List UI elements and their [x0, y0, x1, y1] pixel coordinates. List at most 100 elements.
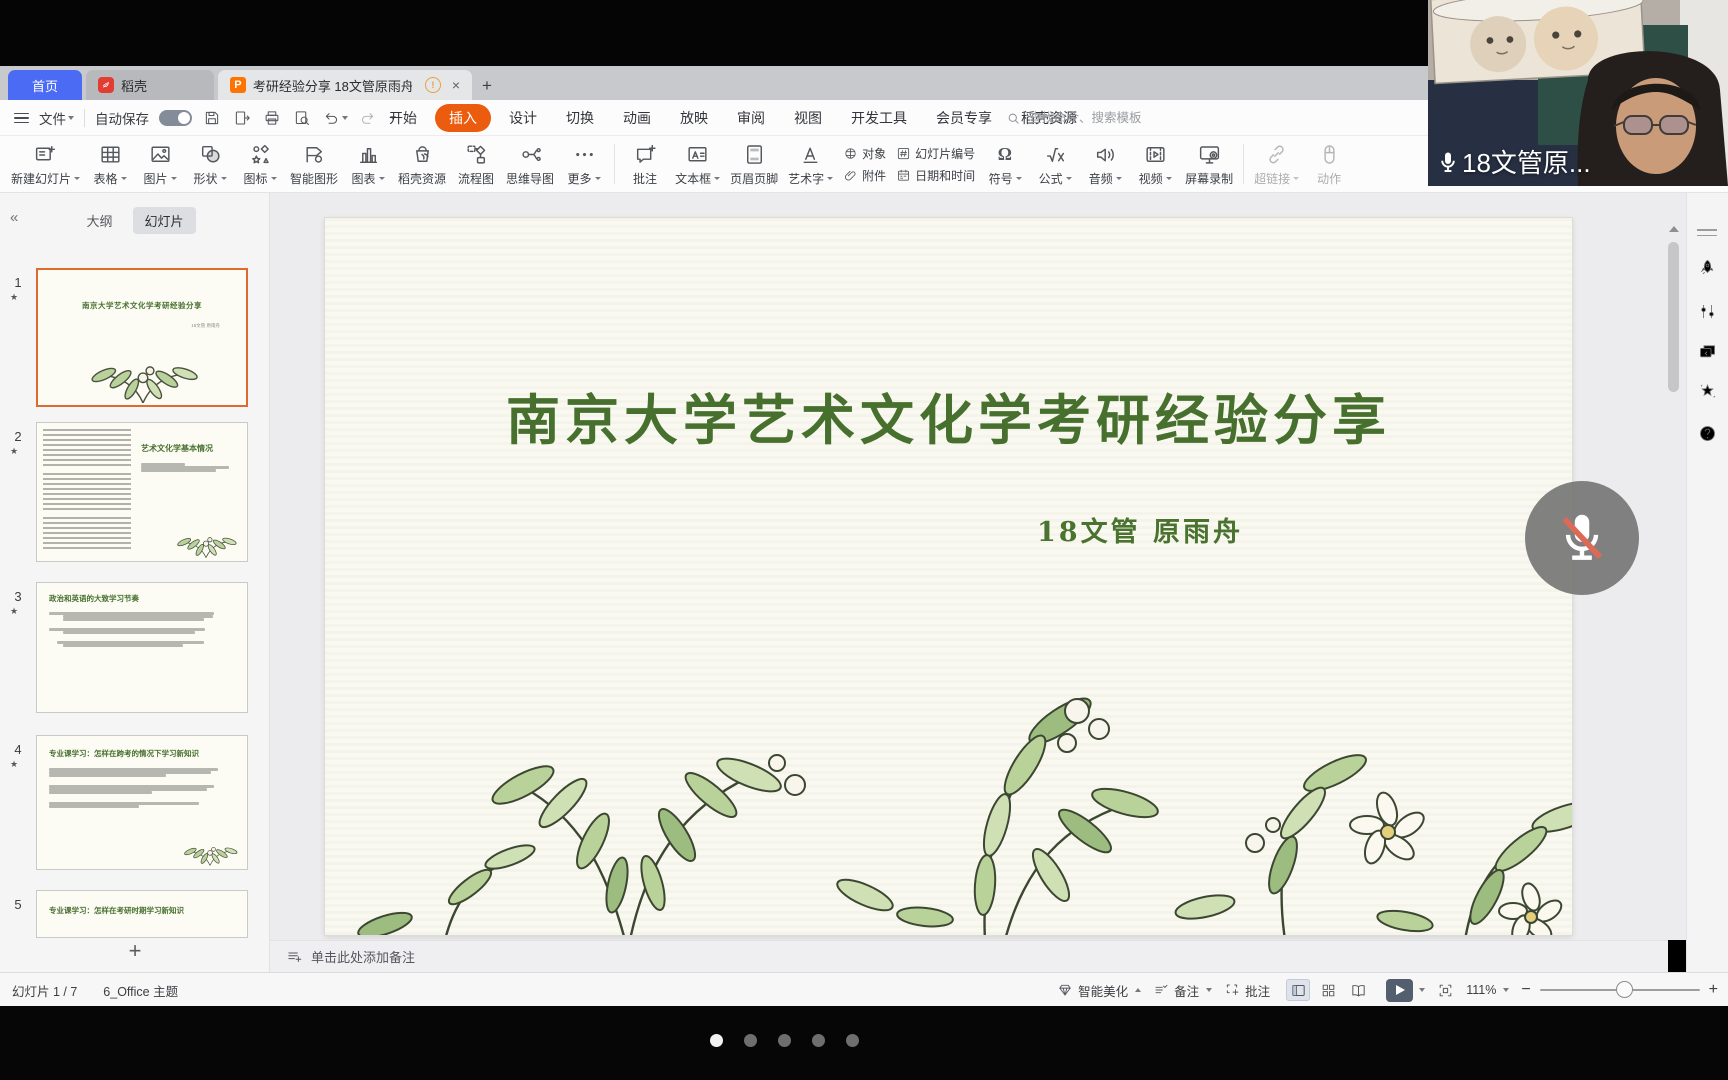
date-time-button[interactable]: 日期和时间: [896, 167, 975, 184]
header-footer-button[interactable]: 页眉页脚: [725, 140, 783, 189]
menu-tab-transition[interactable]: 切换: [555, 104, 605, 132]
tab-document[interactable]: P 考研经验分享 18文管原雨舟 ! ×: [218, 70, 472, 100]
attachment-button[interactable]: 附件: [843, 167, 886, 184]
print-preview-button[interactable]: [292, 108, 312, 128]
search-input[interactable]: [1027, 110, 1221, 126]
theme-name[interactable]: 6_Office 主题: [103, 981, 178, 1000]
thumb-text-block: [43, 473, 131, 511]
slide-thumbnail-2[interactable]: 艺术文化学基本情况: [36, 422, 248, 562]
scrollbar-up-arrow[interactable]: [1669, 226, 1679, 232]
normal-view-button[interactable]: [1286, 979, 1310, 1001]
symbol-button[interactable]: 符号: [980, 140, 1030, 189]
docer-shell-icon: [98, 77, 114, 93]
file-menu[interactable]: 文件: [39, 108, 74, 128]
zoom-out-button[interactable]: −: [1521, 981, 1530, 999]
fit-to-window-icon[interactable]: [1437, 982, 1454, 999]
zoom-in-button[interactable]: +: [1709, 981, 1718, 999]
menu-tab-view[interactable]: 视图: [783, 104, 833, 132]
flowchart-button[interactable]: 流程图: [451, 140, 501, 189]
zoom-slider[interactable]: [1540, 989, 1700, 991]
print-button[interactable]: [262, 108, 282, 128]
tab-home[interactable]: 首页: [8, 70, 82, 100]
comment-button[interactable]: 批注: [620, 140, 670, 189]
rail-settings-button[interactable]: [1697, 301, 1718, 322]
rail-rocket-button[interactable]: [1697, 257, 1718, 278]
comment-toggle-button[interactable]: 批注: [1224, 981, 1270, 1000]
menu-tab-slideshow[interactable]: 放映: [669, 104, 719, 132]
table-button[interactable]: 表格: [85, 140, 135, 189]
menu-tab-start[interactable]: 开始: [378, 104, 428, 132]
normal-view-icon: [1290, 982, 1307, 999]
scrollbar-thumb[interactable]: [1668, 242, 1679, 392]
slide-author[interactable]: 18文管 原雨舟: [1037, 510, 1243, 549]
screen-record-button[interactable]: 屏幕录制: [1180, 140, 1238, 189]
menu-tab-animation[interactable]: 动画: [612, 104, 662, 132]
slide-title[interactable]: 南京大学艺术文化学考研经验分享: [325, 376, 1572, 455]
screen-record-icon: [1197, 142, 1222, 167]
rail-sync-button[interactable]: [1697, 341, 1718, 362]
more-button[interactable]: 更多: [559, 140, 609, 189]
play-slideshow-button[interactable]: [1386, 979, 1413, 1002]
slide-thumbnail-4[interactable]: 专业课学习：怎样在跨考的情况下学习新知识: [36, 735, 248, 870]
rail-effects-button[interactable]: [1697, 381, 1718, 402]
action-button[interactable]: 动作: [1304, 140, 1354, 189]
pager-dot[interactable]: [846, 1034, 859, 1047]
mindmap-button[interactable]: 思维导图: [501, 140, 559, 189]
shape-button[interactable]: 形状: [185, 140, 235, 189]
hyperlink-button[interactable]: 超链接: [1249, 140, 1304, 189]
webcam-video-tile[interactable]: 18文管原...: [1428, 0, 1728, 186]
pager-dot[interactable]: [812, 1034, 825, 1047]
output-button[interactable]: [232, 108, 252, 128]
chart-button[interactable]: 图表: [343, 140, 393, 189]
menu-tab-insert[interactable]: 插入: [435, 104, 491, 132]
slide-thumbnail-5[interactable]: 专业课学习：怎样在考研时期学习新知识: [36, 890, 248, 938]
icon-library-button[interactable]: 图标: [235, 140, 285, 189]
chevron-down-icon: [827, 177, 833, 180]
slide-thumbnail-3[interactable]: 政治和英语的大致学习节奏: [36, 582, 248, 713]
pager-dot[interactable]: [744, 1034, 757, 1047]
video-button[interactable]: 视频: [1130, 140, 1180, 189]
smart-beautify-button[interactable]: 智能美化: [1057, 981, 1141, 1000]
zoom-level[interactable]: 111%: [1466, 983, 1509, 997]
smartart-button[interactable]: 智能图形: [285, 140, 343, 189]
menu-tab-devtools[interactable]: 开发工具: [840, 104, 918, 132]
menu-tab-member[interactable]: 会员专享: [925, 104, 1003, 132]
label: 图片: [144, 170, 168, 187]
wordart-button[interactable]: 艺术字: [783, 140, 838, 189]
new-slide-button[interactable]: 新建幻灯片: [6, 140, 85, 189]
tab-docer[interactable]: 稻壳: [86, 70, 214, 100]
docer-resource-button[interactable]: 稻壳资源: [393, 140, 451, 189]
notes-toggle-button[interactable]: 备注: [1153, 981, 1212, 1000]
menu-tab-review[interactable]: 审阅: [726, 104, 776, 132]
tab-close-icon[interactable]: ×: [452, 77, 460, 93]
new-tab-button[interactable]: +: [482, 76, 492, 96]
chevron-down-icon[interactable]: [1419, 988, 1425, 992]
notes-bar[interactable]: 单击此处添加备注: [270, 940, 1668, 972]
picture-button[interactable]: 图片: [135, 140, 185, 189]
textbox-button[interactable]: 文本框: [670, 140, 725, 189]
label: 智能美化: [1078, 981, 1128, 1000]
audio-button[interactable]: 音频: [1080, 140, 1130, 189]
save-button[interactable]: [202, 108, 222, 128]
slide-number-button[interactable]: 幻灯片编号: [896, 145, 975, 162]
command-search[interactable]: [1006, 106, 1236, 130]
object-button[interactable]: 对象: [843, 145, 886, 162]
outline-tab[interactable]: 大纲: [74, 207, 124, 234]
mic-mute-button[interactable]: [1525, 481, 1639, 595]
undo-button[interactable]: [322, 109, 348, 127]
slides-tab[interactable]: 幻灯片: [133, 207, 196, 234]
add-slide-button[interactable]: +: [0, 933, 270, 969]
slide-sorter-view-button[interactable]: [1316, 979, 1340, 1001]
slide-canvas[interactable]: 南京大学艺术文化学考研经验分享 18文管 原雨舟: [325, 218, 1572, 935]
reading-view-button[interactable]: [1346, 979, 1370, 1001]
rail-menu-icon[interactable]: [1697, 229, 1717, 236]
rail-help-button[interactable]: [1697, 423, 1718, 444]
pager-dot-active[interactable]: [710, 1034, 723, 1047]
slide-thumbnail-1[interactable]: 南京大学艺术文化学考研经验分享 18文管 原雨舟: [36, 268, 248, 407]
autosave-toggle[interactable]: [159, 110, 192, 126]
pager-dot[interactable]: [778, 1034, 791, 1047]
menu-tab-design[interactable]: 设计: [498, 104, 548, 132]
zoom-slider-thumb[interactable]: [1616, 981, 1633, 998]
formula-button[interactable]: 公式: [1030, 140, 1080, 189]
redo-button[interactable]: [358, 108, 378, 128]
